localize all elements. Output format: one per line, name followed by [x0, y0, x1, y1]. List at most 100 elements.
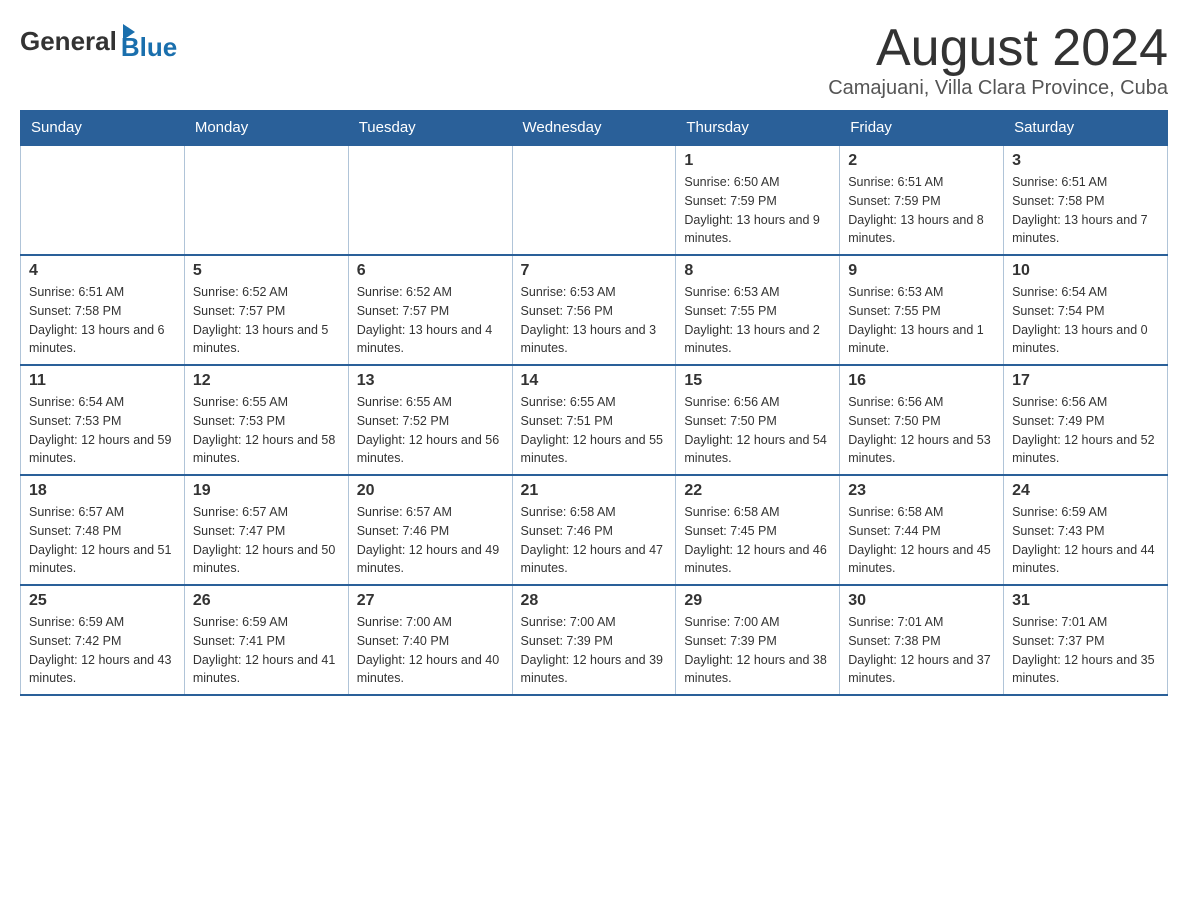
page-header: General Blue August 2024 Camajuani, Vill…: [20, 20, 1168, 100]
weekday-header-wednesday: Wednesday: [512, 111, 676, 146]
calendar-cell: 29 Sunrise: 7:00 AMSunset: 7:39 PMDayligh…: [676, 585, 840, 695]
calendar-week-row: 18 Sunrise: 6:57 AMSunset: 7:48 PMDayligh…: [21, 475, 1168, 585]
calendar-cell: 26 Sunrise: 6:59 AMSunset: 7:41 PMDayligh…: [184, 585, 348, 695]
calendar-table: SundayMondayTuesdayWednesdayThursdayFrid…: [20, 110, 1168, 696]
day-info: Sunrise: 7:00 AMSunset: 7:39 PMDaylight:…: [521, 613, 668, 688]
calendar-cell: 20 Sunrise: 6:57 AMSunset: 7:46 PMDayligh…: [348, 475, 512, 585]
day-info: Sunrise: 6:58 AMSunset: 7:46 PMDaylight:…: [521, 503, 668, 578]
title-section: August 2024 Camajuani, Villa Clara Provi…: [828, 20, 1168, 100]
day-info: Sunrise: 6:52 AMSunset: 7:57 PMDaylight:…: [193, 283, 340, 358]
calendar-cell: [348, 145, 512, 255]
weekday-header-saturday: Saturday: [1004, 111, 1168, 146]
calendar-cell: 17 Sunrise: 6:56 AMSunset: 7:49 PMDayligh…: [1004, 365, 1168, 475]
day-info: Sunrise: 6:53 AMSunset: 7:56 PMDaylight:…: [521, 283, 668, 358]
day-info: Sunrise: 6:55 AMSunset: 7:53 PMDaylight:…: [193, 393, 340, 468]
weekday-header-monday: Monday: [184, 111, 348, 146]
day-number: 12: [193, 372, 340, 390]
calendar-cell: [21, 145, 185, 255]
day-number: 29: [684, 592, 831, 610]
day-number: 23: [848, 482, 995, 500]
day-info: Sunrise: 6:59 AMSunset: 7:41 PMDaylight:…: [193, 613, 340, 688]
calendar-cell: 7 Sunrise: 6:53 AMSunset: 7:56 PMDaylight…: [512, 255, 676, 365]
calendar-week-row: 25Sunrise: 6:59 AMSunset: 7:42 PMDayligh…: [21, 585, 1168, 695]
calendar-week-row: 1 Sunrise: 6:50 AMSunset: 7:59 PMDaylight…: [21, 145, 1168, 255]
day-number: 1: [684, 152, 831, 170]
weekday-header-friday: Friday: [840, 111, 1004, 146]
calendar-cell: 16Sunrise: 6:56 AMSunset: 7:50 PMDayligh…: [840, 365, 1004, 475]
weekday-header-thursday: Thursday: [676, 111, 840, 146]
weekday-header-tuesday: Tuesday: [348, 111, 512, 146]
day-info: Sunrise: 6:56 AMSunset: 7:49 PMDaylight:…: [1012, 393, 1159, 468]
day-number: 3: [1012, 152, 1159, 170]
day-number: 14: [521, 372, 668, 390]
calendar-cell: 28 Sunrise: 7:00 AMSunset: 7:39 PMDayligh…: [512, 585, 676, 695]
day-number: 18: [29, 482, 176, 500]
day-info: Sunrise: 6:53 AMSunset: 7:55 PMDaylight:…: [684, 283, 831, 358]
calendar-cell: 21Sunrise: 6:58 AMSunset: 7:46 PMDayligh…: [512, 475, 676, 585]
weekday-header-sunday: Sunday: [21, 111, 185, 146]
day-number: 15: [684, 372, 831, 390]
calendar-cell: 27 Sunrise: 7:00 AMSunset: 7:40 PMDayligh…: [348, 585, 512, 695]
logo: General Blue: [20, 20, 177, 63]
calendar-cell: 2Sunrise: 6:51 AMSunset: 7:59 PMDaylight…: [840, 145, 1004, 255]
day-info: Sunrise: 6:55 AMSunset: 7:51 PMDaylight:…: [521, 393, 668, 468]
day-info: Sunrise: 6:59 AMSunset: 7:42 PMDaylight:…: [29, 613, 176, 688]
day-info: Sunrise: 6:50 AMSunset: 7:59 PMDaylight:…: [684, 173, 831, 248]
day-number: 28: [521, 592, 668, 610]
calendar-week-row: 4Sunrise: 6:51 AMSunset: 7:58 PMDaylight…: [21, 255, 1168, 365]
day-number: 24: [1012, 482, 1159, 500]
calendar-cell: 25Sunrise: 6:59 AMSunset: 7:42 PMDayligh…: [21, 585, 185, 695]
day-info: Sunrise: 6:57 AMSunset: 7:46 PMDaylight:…: [357, 503, 504, 578]
day-info: Sunrise: 6:57 AMSunset: 7:47 PMDaylight:…: [193, 503, 340, 578]
day-info: Sunrise: 6:56 AMSunset: 7:50 PMDaylight:…: [684, 393, 831, 468]
calendar-cell: 4Sunrise: 6:51 AMSunset: 7:58 PMDaylight…: [21, 255, 185, 365]
day-number: 26: [193, 592, 340, 610]
calendar-cell: 30 Sunrise: 7:01 AMSunset: 7:38 PMDayligh…: [840, 585, 1004, 695]
day-number: 6: [357, 262, 504, 280]
day-info: Sunrise: 6:59 AMSunset: 7:43 PMDaylight:…: [1012, 503, 1159, 578]
calendar-cell: 22Sunrise: 6:58 AMSunset: 7:45 PMDayligh…: [676, 475, 840, 585]
day-number: 7: [521, 262, 668, 280]
calendar-cell: 12 Sunrise: 6:55 AMSunset: 7:53 PMDayligh…: [184, 365, 348, 475]
day-info: Sunrise: 7:00 AMSunset: 7:40 PMDaylight:…: [357, 613, 504, 688]
calendar-cell: 24 Sunrise: 6:59 AMSunset: 7:43 PMDayligh…: [1004, 475, 1168, 585]
day-number: 27: [357, 592, 504, 610]
calendar-cell: 5Sunrise: 6:52 AMSunset: 7:57 PMDaylight…: [184, 255, 348, 365]
day-number: 10: [1012, 262, 1159, 280]
calendar-cell: 9Sunrise: 6:53 AMSunset: 7:55 PMDaylight…: [840, 255, 1004, 365]
day-info: Sunrise: 6:56 AMSunset: 7:50 PMDaylight:…: [848, 393, 995, 468]
calendar-cell: 1 Sunrise: 6:50 AMSunset: 7:59 PMDaylight…: [676, 145, 840, 255]
day-info: Sunrise: 6:51 AMSunset: 7:59 PMDaylight:…: [848, 173, 995, 248]
calendar-cell: 23 Sunrise: 6:58 AMSunset: 7:44 PMDayligh…: [840, 475, 1004, 585]
day-info: Sunrise: 6:51 AMSunset: 7:58 PMDaylight:…: [1012, 173, 1159, 248]
calendar-cell: 6Sunrise: 6:52 AMSunset: 7:57 PMDaylight…: [348, 255, 512, 365]
day-number: 31: [1012, 592, 1159, 610]
calendar-cell: 11Sunrise: 6:54 AMSunset: 7:53 PMDayligh…: [21, 365, 185, 475]
calendar-week-row: 11Sunrise: 6:54 AMSunset: 7:53 PMDayligh…: [21, 365, 1168, 475]
calendar-cell: 18 Sunrise: 6:57 AMSunset: 7:48 PMDayligh…: [21, 475, 185, 585]
day-info: Sunrise: 7:01 AMSunset: 7:38 PMDaylight:…: [848, 613, 995, 688]
calendar-cell: 10 Sunrise: 6:54 AMSunset: 7:54 PMDayligh…: [1004, 255, 1168, 365]
calendar-cell: 31 Sunrise: 7:01 AMSunset: 7:37 PMDayligh…: [1004, 585, 1168, 695]
day-number: 17: [1012, 372, 1159, 390]
day-info: Sunrise: 7:00 AMSunset: 7:39 PMDaylight:…: [684, 613, 831, 688]
day-info: Sunrise: 7:01 AMSunset: 7:37 PMDaylight:…: [1012, 613, 1159, 688]
calendar-cell: 3 Sunrise: 6:51 AMSunset: 7:58 PMDaylight…: [1004, 145, 1168, 255]
month-title: August 2024: [828, 20, 1168, 77]
day-number: 22: [684, 482, 831, 500]
day-info: Sunrise: 6:54 AMSunset: 7:54 PMDaylight:…: [1012, 283, 1159, 358]
logo-blue: Blue: [121, 32, 177, 63]
day-number: 19: [193, 482, 340, 500]
day-info: Sunrise: 6:58 AMSunset: 7:44 PMDaylight:…: [848, 503, 995, 578]
location: Camajuani, Villa Clara Province, Cuba: [828, 77, 1168, 100]
day-info: Sunrise: 6:54 AMSunset: 7:53 PMDaylight:…: [29, 393, 176, 468]
calendar-cell: 13Sunrise: 6:55 AMSunset: 7:52 PMDayligh…: [348, 365, 512, 475]
calendar-header-row: SundayMondayTuesdayWednesdayThursdayFrid…: [21, 111, 1168, 146]
calendar-cell: [512, 145, 676, 255]
day-info: Sunrise: 6:53 AMSunset: 7:55 PMDaylight:…: [848, 283, 995, 358]
day-number: 20: [357, 482, 504, 500]
day-number: 30: [848, 592, 995, 610]
day-number: 4: [29, 262, 176, 280]
day-info: Sunrise: 6:57 AMSunset: 7:48 PMDaylight:…: [29, 503, 176, 578]
day-number: 13: [357, 372, 504, 390]
